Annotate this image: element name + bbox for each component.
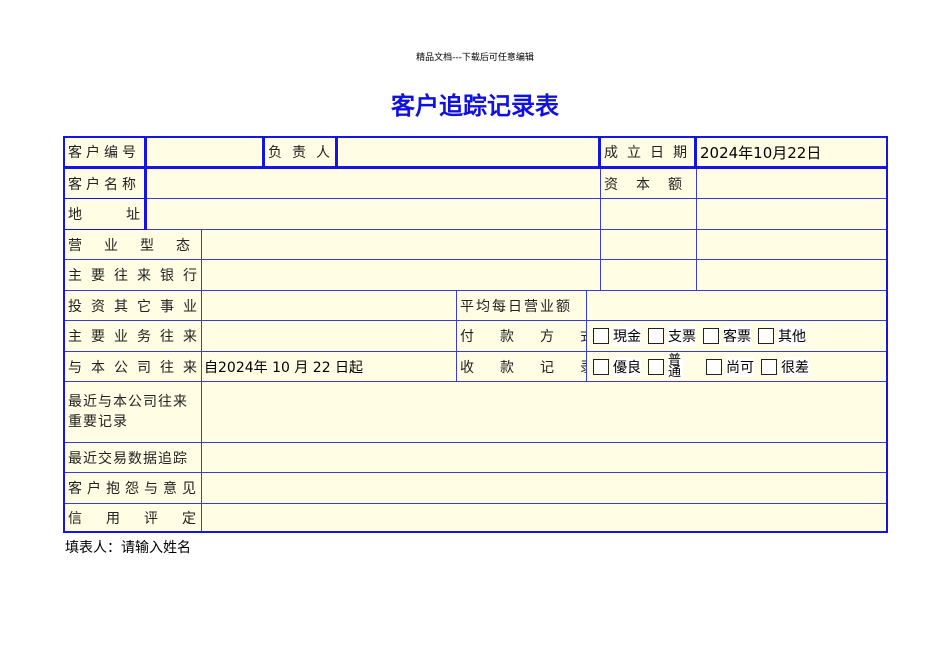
filled-by-label: 填表人： (65, 540, 121, 556)
customer-no-field[interactable] (147, 138, 265, 169)
header-note: 精品文档---下载后可任意编辑 (416, 53, 534, 63)
label-person-in-charge: 负责人 (265, 138, 338, 169)
empty-cell (697, 260, 886, 291)
label-payment-method: 付款方式 (457, 321, 587, 352)
label-main-business: 主要业务往来 (65, 321, 202, 352)
dealings-since-field[interactable]: 自2024年 10 月 22 日起 (202, 352, 457, 382)
main-business-field[interactable] (202, 321, 457, 352)
option-label: 現金 (613, 326, 641, 346)
recent-trading-field[interactable] (202, 443, 886, 473)
label-customer-no: 客户编号 (65, 138, 147, 169)
filled-by: 填表人：请输入姓名 (65, 537, 191, 557)
business-type-field[interactable] (202, 230, 601, 260)
filled-by-name-field[interactable]: 请输入姓名 (121, 540, 191, 556)
checkbox-promissory[interactable] (703, 328, 719, 344)
main-bank-field[interactable] (202, 260, 601, 291)
label-collection-record: 收款记录 (457, 352, 587, 382)
empty-cell (601, 199, 697, 230)
option-label: 其他 (778, 326, 806, 346)
credit-rating-field[interactable] (202, 504, 886, 531)
customer-tracking-table: 客户编号 负责人 成立日期 2024年10月22日 客户名称 资本额 地址 营业… (63, 136, 888, 533)
checkbox-other[interactable] (758, 328, 774, 344)
option-label: 優良 (613, 356, 641, 377)
other-investments-field[interactable] (202, 291, 457, 321)
label-avg-daily-sales: 平均每日营业额 (457, 291, 587, 321)
established-date-field[interactable]: 2024年10月22日 (697, 138, 886, 169)
empty-cell (697, 199, 886, 230)
option-label: 尚可 (726, 356, 754, 377)
label-complaints: 客户抱怨与意见 (65, 473, 202, 504)
checkbox-cash[interactable] (593, 328, 609, 344)
label-customer-name: 客户名称 (65, 169, 147, 199)
label-capital: 资本额 (601, 169, 697, 199)
empty-cell (601, 260, 697, 291)
empty-cell (601, 230, 697, 260)
label-dealings-since: 与本公司往来 (65, 352, 202, 382)
label-important-records: 最近与本公司往来重要记录 (65, 382, 202, 443)
address-field[interactable] (147, 199, 601, 230)
option-label: 普通 (668, 352, 683, 380)
checkbox-normal[interactable] (648, 358, 664, 375)
collection-record-options: 優良 普通 尚可 很差 (587, 352, 886, 382)
avg-daily-sales-field[interactable] (587, 291, 886, 321)
person-in-charge-field[interactable] (338, 138, 601, 169)
page-title: 客户追踪记录表 (391, 92, 559, 120)
empty-cell (697, 230, 886, 260)
option-label: 很差 (781, 356, 809, 377)
label-main-bank: 主要往来银行 (65, 260, 202, 291)
complaints-field[interactable] (202, 473, 886, 504)
label-established-date: 成立日期 (601, 138, 697, 169)
capital-field[interactable] (697, 169, 886, 199)
payment-method-options: 現金 支票 客票 其他 (587, 321, 886, 352)
option-label: 支票 (668, 326, 696, 346)
label-recent-trading: 最近交易数据追踪 (65, 443, 202, 473)
label-address: 地址 (65, 199, 147, 230)
checkbox-excellent[interactable] (593, 358, 609, 375)
label-other-investments: 投资其它事业 (65, 291, 202, 321)
label-business-type: 营业型态 (65, 230, 202, 260)
checkbox-poor[interactable] (761, 358, 777, 375)
checkbox-check[interactable] (648, 328, 664, 344)
customer-name-field[interactable] (147, 169, 601, 199)
label-credit-rating: 信用评定 (65, 504, 202, 531)
checkbox-fair[interactable] (706, 358, 722, 375)
important-records-field[interactable] (202, 382, 886, 443)
option-label: 客票 (723, 326, 751, 346)
